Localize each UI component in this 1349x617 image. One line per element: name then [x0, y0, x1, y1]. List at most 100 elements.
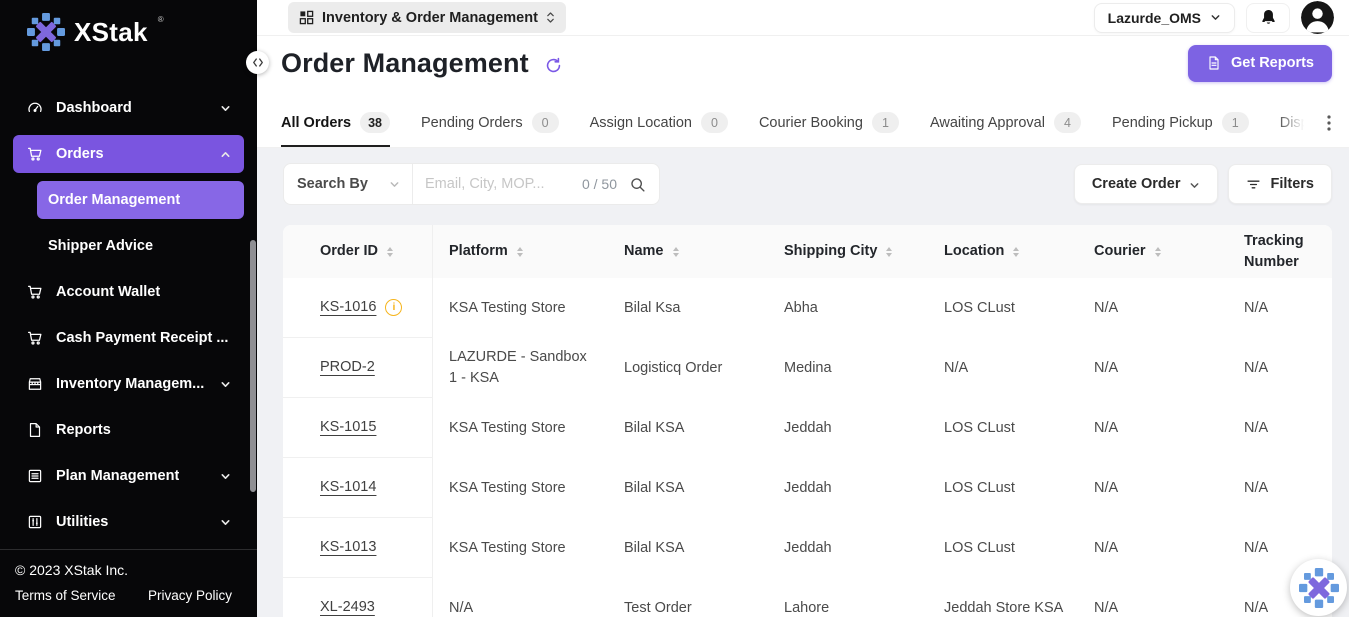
- store-icon: [26, 375, 44, 393]
- cell-order-id: KS-1014: [283, 458, 433, 518]
- tab-assign-location[interactable]: Assign Location 0: [590, 112, 728, 147]
- order-id-link[interactable]: KS-1016: [320, 297, 376, 318]
- column-header-order-id[interactable]: Order ID: [283, 225, 433, 278]
- refresh-button[interactable]: [544, 56, 563, 75]
- app-switcher[interactable]: Inventory & Order Management: [288, 2, 566, 33]
- cell-shipping-city: Abha: [768, 278, 928, 338]
- cell-order-id: PROD-2: [283, 338, 433, 398]
- get-reports-button[interactable]: Get Reports: [1188, 45, 1332, 82]
- column-label: Shipping City: [784, 241, 877, 262]
- sort-icon[interactable]: [673, 247, 679, 257]
- filters-button[interactable]: Filters: [1228, 164, 1332, 204]
- sidebar-item-utilities[interactable]: Utilities: [13, 503, 244, 541]
- sort-icon[interactable]: [886, 247, 892, 257]
- title-row: Order Management Get Reports: [257, 36, 1349, 90]
- sidebar-item-label: Inventory Managem...: [56, 376, 204, 392]
- table-row: PROD-2 LAZURDE - Sandbox 1 - KSA Logisti…: [283, 338, 1332, 398]
- chevron-down-icon: [220, 471, 231, 482]
- tab-label: Awaiting Approval: [930, 115, 1045, 131]
- cell-shipping-city: Jeddah: [768, 398, 928, 458]
- column-label: Platform: [449, 241, 508, 262]
- tab-label: Pending Orders: [421, 115, 523, 131]
- search-by-dropdown[interactable]: Search By: [284, 164, 412, 204]
- sidebar-item-reports[interactable]: Reports: [13, 411, 244, 449]
- sidebar-item-label: Order Management: [48, 192, 180, 208]
- cell-order-id: KS-1016 i: [283, 278, 433, 338]
- tab-courier-booking[interactable]: Courier Booking 1: [759, 112, 899, 147]
- order-id-link[interactable]: XL-2493: [320, 597, 375, 617]
- cart-icon: [26, 145, 44, 163]
- tab-awaiting-approval[interactable]: Awaiting Approval 4: [930, 112, 1081, 147]
- tab-dispatched[interactable]: Dispatched 0: [1280, 112, 1319, 147]
- sidebar-item-plan-management[interactable]: Plan Management: [13, 457, 244, 495]
- more-tabs-button[interactable]: [1319, 115, 1337, 147]
- cell-name: Bilal Ksa: [608, 278, 768, 338]
- cell-courier: N/A: [1078, 458, 1228, 518]
- tab-count-badge: 1: [872, 112, 899, 133]
- tab-pending-pickup[interactable]: Pending Pickup 1: [1112, 112, 1249, 147]
- sidebar-item-label: Reports: [56, 422, 111, 438]
- more-vertical-icon: [1327, 115, 1331, 131]
- sidebar-item-label: Shipper Advice: [48, 238, 153, 254]
- tab-label: Pending Pickup: [1112, 115, 1213, 131]
- column-header-tracking-number[interactable]: Tracking Number: [1228, 225, 1332, 278]
- cell-name: Bilal KSA: [608, 458, 768, 518]
- table-body: KS-1016 i KSA Testing Store Bilal Ksa Ab…: [283, 278, 1332, 617]
- cell-name: Test Order: [608, 578, 768, 617]
- cell-tracking-number: N/A: [1228, 338, 1332, 398]
- sidebar-item-inventory-managem[interactable]: Inventory Managem...: [13, 365, 244, 403]
- sort-icon[interactable]: [1155, 247, 1161, 257]
- column-header-name[interactable]: Name: [608, 225, 768, 278]
- list-icon: [26, 467, 44, 485]
- tab-label: Courier Booking: [759, 115, 863, 131]
- search-input[interactable]: [413, 176, 582, 192]
- column-header-location[interactable]: Location: [928, 225, 1078, 278]
- column-header-platform[interactable]: Platform: [433, 225, 608, 278]
- chat-widget-button[interactable]: [1290, 559, 1347, 616]
- sort-icon[interactable]: [517, 247, 523, 257]
- sidebar-item-cash-payment-receipt[interactable]: Cash Payment Receipt ...: [13, 319, 244, 357]
- create-order-button[interactable]: Create Order: [1074, 164, 1219, 204]
- table-row: KS-1015 KSA Testing Store Bilal KSA Jedd…: [283, 398, 1332, 458]
- column-label: Location: [944, 241, 1004, 262]
- create-order-label: Create Order: [1092, 176, 1181, 192]
- privacy-policy-link[interactable]: Privacy Policy: [148, 588, 232, 603]
- sidebar-scrollbar[interactable]: [250, 240, 256, 492]
- sidebar-item-account-wallet[interactable]: Account Wallet: [13, 273, 244, 311]
- column-header-courier[interactable]: Courier: [1078, 225, 1228, 278]
- cell-platform: KSA Testing Store: [433, 518, 608, 578]
- search-icon[interactable]: [629, 176, 646, 193]
- cell-name: Logisticq Order: [608, 338, 768, 398]
- cell-platform: KSA Testing Store: [433, 458, 608, 518]
- user-avatar[interactable]: [1301, 1, 1334, 34]
- sidebar-footer: © 2023 XStak Inc. Terms of Service Priva…: [0, 549, 257, 617]
- sidebar-item-shipper-advice[interactable]: Shipper Advice: [37, 227, 244, 265]
- person-icon: [1301, 1, 1334, 34]
- cell-platform: LAZURDE - Sandbox 1 - KSA: [433, 338, 608, 398]
- notifications-button[interactable]: [1246, 3, 1290, 33]
- sort-icon[interactable]: [1013, 247, 1019, 257]
- column-header-shipping-city[interactable]: Shipping City: [768, 225, 928, 278]
- tab-all-orders[interactable]: All Orders 38: [281, 112, 390, 147]
- sidebar-item-dashboard[interactable]: Dashboard: [13, 89, 244, 127]
- table-row: KS-1016 i KSA Testing Store Bilal Ksa Ab…: [283, 278, 1332, 338]
- order-id-link[interactable]: KS-1015: [320, 417, 376, 438]
- order-id-link[interactable]: PROD-2: [320, 357, 375, 378]
- sidebar-item-order-management[interactable]: Order Management: [37, 181, 244, 219]
- get-reports-label: Get Reports: [1231, 55, 1314, 71]
- terms-of-service-link[interactable]: Terms of Service: [15, 588, 116, 603]
- tenant-selector[interactable]: Lazurde_OMS: [1094, 3, 1235, 33]
- sidebar-item-orders[interactable]: Orders: [13, 135, 244, 173]
- column-label: Tracking Number: [1244, 231, 1324, 273]
- sort-icon[interactable]: [387, 247, 393, 257]
- chevron-down-icon: [1210, 12, 1221, 23]
- sidebar-collapse-button[interactable]: [246, 51, 269, 74]
- filters-label: Filters: [1270, 176, 1314, 192]
- tab-pending-orders[interactable]: Pending Orders 0: [421, 112, 559, 147]
- chevron-down-icon: [220, 103, 231, 114]
- cell-shipping-city: Lahore: [768, 578, 928, 617]
- order-id-link[interactable]: KS-1013: [320, 537, 376, 558]
- order-id-link[interactable]: KS-1014: [320, 477, 376, 498]
- cell-location: N/A: [928, 338, 1078, 398]
- info-icon[interactable]: i: [385, 299, 402, 316]
